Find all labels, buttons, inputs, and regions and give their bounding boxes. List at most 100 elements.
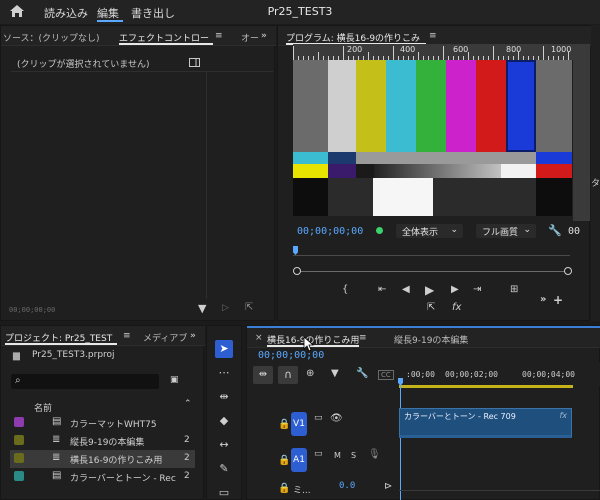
ruler-label: 1000 bbox=[551, 45, 572, 54]
go-to-in-icon[interactable]: ⇤ bbox=[378, 284, 386, 295]
close-tab-icon[interactable]: × bbox=[255, 333, 263, 343]
solo-button[interactable]: S bbox=[351, 451, 356, 460]
more-tabs-icon[interactable]: » bbox=[261, 31, 267, 41]
film-icon: ▤ bbox=[52, 416, 62, 427]
menu-bar: 読み込み 編集 書き出し Pr25_TEST3 bbox=[0, 0, 600, 24]
new-bin-icon[interactable]: ▣ bbox=[170, 375, 179, 385]
work-area-bar[interactable] bbox=[399, 385, 573, 388]
color-bar bbox=[328, 60, 356, 152]
sequence-icon: ≣ bbox=[52, 452, 61, 463]
column-menu-icon[interactable]: ⌃ bbox=[184, 399, 192, 409]
captions-icon[interactable]: CC bbox=[378, 370, 394, 380]
track-select-tool-icon[interactable]: ⋯ bbox=[215, 364, 233, 382]
pen-tool-icon[interactable]: ✎ bbox=[215, 460, 233, 478]
add-marker-icon[interactable]: ▼ bbox=[331, 368, 339, 379]
mark-in-icon[interactable]: { bbox=[342, 284, 348, 295]
fx-icon[interactable]: fx bbox=[452, 302, 461, 313]
program-timecode[interactable]: 00;00;00;00 bbox=[297, 226, 363, 237]
empty-selection-message: (クリップが選択されていません) bbox=[17, 60, 150, 70]
search-input[interactable] bbox=[11, 374, 159, 389]
tab-audio[interactable]: オー bbox=[241, 31, 259, 44]
quality-dropdown[interactable]: フル画質 ⌄ bbox=[476, 224, 536, 238]
lock-icon[interactable]: 🔒 bbox=[278, 419, 290, 430]
tab-media-browser[interactable]: メディアブ bbox=[143, 331, 187, 344]
linked-selection-icon[interactable]: ⊕ bbox=[306, 368, 314, 379]
label-color-chip bbox=[14, 435, 24, 445]
step-back-icon[interactable]: ◀ bbox=[402, 284, 410, 295]
item-label: 横長16-9の作りこみ用 bbox=[70, 456, 163, 466]
snap-icon[interactable]: ∩ bbox=[278, 366, 298, 384]
name-column-header[interactable]: 名前 bbox=[34, 401, 52, 414]
list-item[interactable]: ≣ 横長16-9の作りこみ用 2 bbox=[10, 450, 195, 468]
more-controls-icon[interactable]: » bbox=[540, 294, 546, 305]
tab-sequence-vertical[interactable]: 縦長9-19の本編集 bbox=[394, 333, 468, 346]
scrub-track[interactable] bbox=[293, 255, 570, 256]
folder-icon: ▆ bbox=[13, 351, 20, 361]
selection-tool-icon[interactable]: ➤ bbox=[215, 340, 233, 358]
step-forward-icon[interactable]: ▶ bbox=[451, 284, 459, 295]
razor-tool-icon[interactable]: ◆ bbox=[215, 412, 233, 430]
mix-track-label: ミ... bbox=[293, 486, 311, 496]
timeline-clip[interactable]: カラーバーとトーン - Rec 709 fx bbox=[399, 408, 572, 438]
ruler-tick bbox=[418, 52, 419, 60]
panel-menu-icon[interactable]: ≡ bbox=[429, 31, 437, 41]
tools-panel: ➤ ⋯ ⇹ ◆ ↔ ✎ ▭ bbox=[206, 325, 242, 500]
ruler-label: 400 bbox=[400, 45, 416, 54]
slip-tool-icon[interactable]: ↔ bbox=[215, 436, 233, 454]
eye-icon[interactable]: 👁 bbox=[330, 413, 343, 424]
label-color-chip bbox=[14, 471, 24, 481]
color-bar bbox=[501, 164, 536, 178]
export-frame-icon[interactable]: ⇱ bbox=[427, 302, 435, 313]
wrench-icon[interactable]: 🔧 bbox=[356, 368, 368, 379]
zoom-handle-left[interactable] bbox=[293, 267, 301, 275]
play-icon[interactable]: ▶ bbox=[425, 283, 434, 297]
zoom-handle-right[interactable] bbox=[564, 267, 572, 275]
rectangle-tool-icon[interactable]: ▭ bbox=[215, 484, 233, 500]
ruler-tick bbox=[443, 46, 444, 60]
panel-menu-icon[interactable]: ≡ bbox=[123, 331, 131, 341]
label-color-chip bbox=[14, 417, 24, 427]
lift-icon[interactable]: ⊞ bbox=[510, 284, 518, 295]
panel-menu-icon[interactable]: ≡ bbox=[215, 31, 223, 41]
track-a1-target[interactable]: A1 bbox=[291, 448, 307, 472]
panel-menu-icon[interactable]: ≡ bbox=[359, 333, 367, 343]
microphone-icon[interactable]: 🎙 bbox=[368, 449, 381, 460]
lock-icon[interactable]: 🔒 bbox=[278, 483, 290, 494]
search-icon: ⌕ bbox=[15, 375, 21, 386]
timeline-timecode[interactable]: 00;00;00;00 bbox=[258, 350, 324, 361]
label-color-chip bbox=[14, 453, 24, 463]
ruler-label: 600 bbox=[453, 45, 469, 54]
status-dot bbox=[376, 227, 383, 234]
zoom-scroll-track[interactable] bbox=[298, 271, 568, 272]
filter-icon[interactable]: ▼ bbox=[198, 302, 206, 315]
mix-volume-value[interactable]: 0.0 bbox=[339, 481, 355, 491]
list-item[interactable]: ▤ カラーマットWHT75 bbox=[10, 414, 195, 432]
lock-icon[interactable]: 🔒 bbox=[278, 455, 290, 466]
list-item[interactable]: ▤ カラーバーとトーン - Rec 2 bbox=[10, 468, 195, 486]
track-v1-target[interactable]: V1 bbox=[291, 412, 307, 436]
color-bar bbox=[416, 60, 446, 152]
source-tabbar: ソース：(クリップなし) エフェクトコントロー ≡ オー » bbox=[1, 26, 276, 46]
zoom-dropdown[interactable]: 全体表示 ⌄ bbox=[396, 224, 463, 238]
mute-button[interactable]: M bbox=[334, 451, 341, 460]
insert-sequence-icon[interactable]: ⇹ bbox=[253, 366, 273, 384]
more-tabs-icon[interactable]: » bbox=[190, 331, 196, 341]
panel-toggle-icon[interactable] bbox=[189, 58, 200, 67]
ripple-edit-tool-icon[interactable]: ⇹ bbox=[215, 388, 233, 406]
color-bar bbox=[356, 152, 536, 164]
tab-source[interactable]: ソース：(クリップなし) bbox=[3, 31, 100, 44]
color-bar bbox=[356, 60, 386, 152]
sync-lock-icon[interactable]: ▭ bbox=[314, 413, 323, 423]
sync-lock-icon[interactable]: ▭ bbox=[314, 449, 323, 459]
add-button-icon[interactable]: + bbox=[553, 293, 563, 307]
wrench-icon[interactable]: 🔧 bbox=[548, 224, 562, 237]
list-item[interactable]: ≣ 縦長9-19の本編集 2 bbox=[10, 432, 195, 450]
export-frame-icon[interactable]: ⇱ bbox=[245, 302, 253, 313]
ruler-tick bbox=[543, 46, 544, 60]
timeline-ruler-label: :00;00 bbox=[406, 370, 435, 379]
play-audio-icon[interactable]: ▷ bbox=[222, 303, 229, 313]
mix-end-icon[interactable]: ⊳ bbox=[384, 481, 392, 492]
ruler-tick bbox=[293, 46, 294, 60]
program-video-frame bbox=[293, 60, 572, 216]
go-to-out-icon[interactable]: ⇥ bbox=[473, 284, 481, 295]
